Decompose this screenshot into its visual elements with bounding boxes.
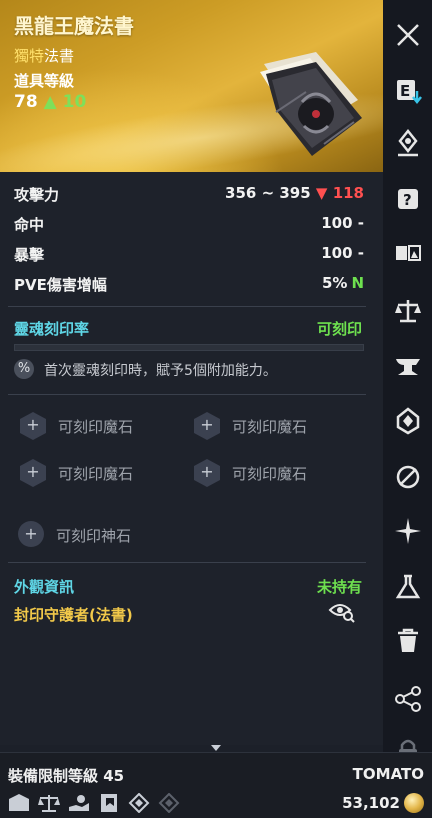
stat-crit: 暴擊 100 - xyxy=(14,244,364,268)
scroll-icon: ? xyxy=(397,189,418,209)
kinah-coin-icon xyxy=(404,793,424,813)
item-grade: 獨特 xyxy=(14,47,45,65)
stat-label: 攻擊力 xyxy=(14,186,60,204)
sell-price: 53,102 xyxy=(342,794,400,812)
stat-label: PVE傷害增幅 xyxy=(14,276,107,294)
compare-button[interactable] xyxy=(383,228,432,278)
preview-eye-icon[interactable] xyxy=(328,600,356,624)
diamond-disabled-icon xyxy=(158,792,180,814)
seal-guardian-label: 封印守護者(法書) xyxy=(14,606,133,624)
divider xyxy=(8,562,366,563)
item-header: 黑龍王魔法書 獨特法書 道具等級 78 ▲ 10 xyxy=(0,0,383,172)
manastone-label: 可刻印魔石 xyxy=(58,465,134,483)
level-bonus: ▲ 10 xyxy=(43,92,87,112)
item-type: 法書 xyxy=(44,47,75,65)
share-button[interactable] xyxy=(383,674,432,724)
stat-value: 100 - xyxy=(321,244,364,262)
soul-imprint-value: 可刻印 xyxy=(316,320,362,338)
soul-note: % 首次靈魂刻印時，賦予5個附加能力。 xyxy=(14,358,364,382)
balance-icon xyxy=(394,300,421,323)
storage-icon xyxy=(8,793,30,813)
manastone-label: 可刻印魔石 xyxy=(232,465,308,483)
godstone-label: 可刻印神石 xyxy=(56,527,132,545)
divider xyxy=(8,306,366,307)
enchant-button[interactable] xyxy=(383,118,432,168)
percent-icon: % xyxy=(14,359,34,379)
item-footer: 裝備限制等級 45 TOMATO 53,102 xyxy=(0,752,432,818)
stat-attack: 攻擊力 356 ~ 395 ▼ 118 xyxy=(14,184,364,208)
item-level: 78 ▲ 10 xyxy=(14,92,86,112)
appearance-value: 未持有 xyxy=(316,578,362,596)
close-icon xyxy=(396,24,419,46)
stat-value: 100 - xyxy=(321,214,364,232)
appearance-label: 外觀資訊 xyxy=(14,578,75,596)
manastone-icon: + xyxy=(20,459,46,487)
manastone-label: 可刻印魔石 xyxy=(232,418,308,436)
balance-button[interactable] xyxy=(383,286,432,336)
scroll-button[interactable]: ? xyxy=(383,174,432,224)
trash-button[interactable] xyxy=(383,616,432,666)
stat-badge: N xyxy=(351,274,364,292)
expand-arrow-icon[interactable] xyxy=(210,744,222,752)
anvil-button[interactable] xyxy=(383,340,432,390)
svg-text:?: ? xyxy=(403,191,412,209)
stat-value: 356 ~ 395 ▼ 118 xyxy=(225,184,364,202)
sparkle-button[interactable] xyxy=(383,506,432,556)
manastone-label: 可刻印魔石 xyxy=(58,418,134,436)
crystal-button[interactable] xyxy=(383,396,432,446)
gem-cross-icon xyxy=(128,792,150,814)
soul-note-text: 首次靈魂刻印時，賦予5個附加能力。 xyxy=(44,363,277,379)
stat-diff-value: 118 xyxy=(332,184,364,202)
stat-value: 5% N xyxy=(322,274,364,292)
stat-label: 命中 xyxy=(14,216,45,234)
unlink-icon xyxy=(396,465,419,489)
item-grade-type: 獨特法書 xyxy=(14,45,74,66)
spellbook-icon xyxy=(260,52,362,156)
manastone-icon: + xyxy=(194,459,220,487)
anvil-icon xyxy=(395,359,420,375)
owner-name: TOMATO xyxy=(352,765,424,783)
stat-pve: PVE傷害增幅 5% N xyxy=(14,274,364,298)
crystal-icon xyxy=(396,407,419,435)
item-level-value: 78 xyxy=(14,92,38,112)
stat-value-text: 5% xyxy=(321,274,348,292)
item-level-label: 道具等級 xyxy=(14,72,75,90)
stat-diff: ▼ 118 xyxy=(315,184,364,202)
stat-label: 暴擊 xyxy=(14,246,45,264)
equip-requirement-level: 45 xyxy=(103,767,125,785)
stat-value-text: 356 ~ 395 xyxy=(225,184,311,202)
equip-requirement: 裝備限制等級 45 xyxy=(8,765,124,786)
trash-icon xyxy=(397,628,418,652)
svg-text:E: E xyxy=(400,82,410,100)
item-tooltip: 黑龍王魔法書 獨特法書 道具等級 78 ▲ 10 攻擊力 356 ~ 395 ▼ … xyxy=(0,0,383,745)
compare-icon xyxy=(395,245,421,261)
godstone-icon: + xyxy=(18,521,44,547)
manastone-icon: + xyxy=(194,412,220,440)
share-icon xyxy=(394,686,421,712)
equip-requirement-label: 裝備限制等級 xyxy=(8,767,99,785)
flask-button[interactable] xyxy=(383,562,432,612)
extract-button[interactable]: E xyxy=(383,66,432,116)
sparkle-icon xyxy=(394,518,421,544)
hand-give-icon xyxy=(68,793,90,813)
soul-imprint-bar xyxy=(14,344,364,351)
action-sidebar: E ? xyxy=(383,0,432,763)
close-button[interactable] xyxy=(383,10,432,60)
stat-accuracy: 命中 100 - xyxy=(14,214,364,238)
divider xyxy=(8,394,366,395)
flask-icon xyxy=(395,574,420,599)
enchant-icon xyxy=(397,129,418,157)
unlink-button[interactable] xyxy=(383,452,432,502)
book-dye-icon xyxy=(98,793,120,813)
item-name: 黑龍王魔法書 xyxy=(14,14,134,38)
extract-icon: E xyxy=(396,80,422,105)
manastone-icon: + xyxy=(20,412,46,440)
soul-imprint-label: 靈魂刻印率 xyxy=(14,320,90,338)
trade-balance-icon xyxy=(38,793,60,813)
level-bonus-value: 10 xyxy=(62,92,87,112)
